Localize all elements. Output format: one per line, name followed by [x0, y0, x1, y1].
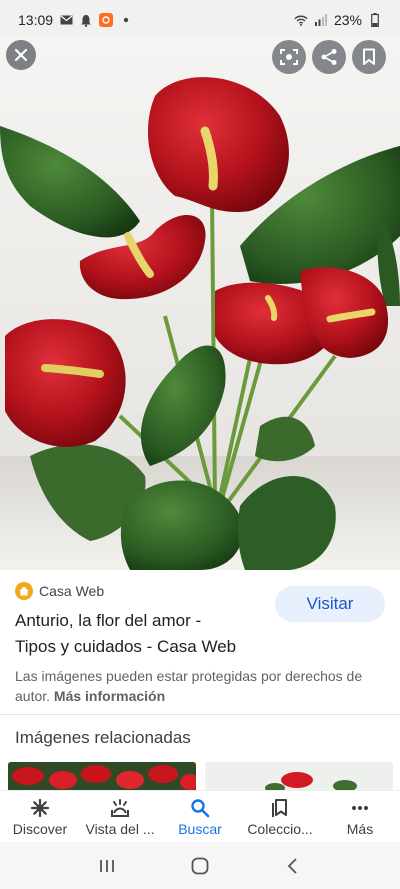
status-bar: 13:09 23% [0, 0, 400, 40]
signal-icon [314, 13, 328, 27]
save-button[interactable] [352, 40, 386, 74]
mail-icon [59, 13, 73, 27]
related-image-2[interactable] [205, 762, 393, 792]
close-button[interactable] [6, 40, 36, 70]
close-icon [14, 48, 28, 62]
nav-snapshot[interactable]: Vista del ... [80, 791, 160, 842]
snapshot-icon [109, 797, 131, 819]
status-left: 13:09 [18, 12, 133, 28]
share-button[interactable] [312, 40, 346, 74]
bookmark-icon [363, 48, 375, 65]
related-image-1[interactable] [8, 762, 196, 792]
asterisk-icon [29, 797, 51, 819]
battery-level: 23% [333, 12, 362, 28]
status-right: 23% [294, 12, 382, 28]
result-info: Casa Web Anturio, la flor del amor - Tip… [0, 570, 400, 715]
nav-snapshot-label: Vista del ... [85, 821, 155, 837]
related-images-heading: Imágenes relacionadas [15, 728, 191, 747]
visit-button[interactable]: Visitar [275, 586, 385, 622]
copyright-notice: Las imágenes pueden estar protegidas por… [15, 666, 390, 706]
app-notification-icon [99, 13, 114, 27]
anthurium-photo [0, 77, 400, 570]
home-icon [191, 857, 209, 874]
search-icon [189, 797, 211, 819]
dot-icon [119, 13, 133, 27]
nav-more[interactable]: Más [320, 791, 400, 842]
source[interactable]: Casa Web [15, 582, 104, 600]
nav-collections[interactable]: Coleccio... [240, 791, 320, 842]
wifi-icon [294, 13, 308, 27]
divider [0, 714, 400, 715]
bell-icon [79, 13, 93, 27]
recents-button[interactable] [92, 851, 122, 881]
bottom-navigation: Discover Vista del ... Buscar Coleccio..… [0, 790, 400, 842]
home-button[interactable] [185, 851, 215, 881]
nav-discover[interactable]: Discover [0, 791, 80, 842]
lens-button[interactable] [272, 40, 306, 74]
collections-icon [269, 797, 291, 819]
nav-discover-label: Discover [12, 821, 68, 837]
back-button[interactable] [278, 851, 308, 881]
result-title-line2: Tipos y cuidados - Casa Web [15, 637, 237, 656]
more-icon [349, 797, 371, 819]
system-navigation [0, 842, 400, 889]
result-image[interactable] [0, 36, 400, 570]
more-info-link[interactable]: Más información [54, 688, 165, 704]
nav-collections-label: Coleccio... [247, 821, 313, 837]
result-title-line1: Anturio, la flor del amor - [15, 611, 202, 630]
nav-search[interactable]: Buscar [160, 791, 240, 842]
lens-icon [280, 49, 298, 65]
status-time: 13:09 [18, 12, 54, 28]
recents-icon [99, 859, 114, 872]
battery-icon [368, 13, 382, 27]
result-title[interactable]: Anturio, la flor del amor - Tipos y cuid… [15, 608, 265, 660]
back-icon [288, 857, 297, 874]
house-icon [15, 582, 33, 600]
share-icon [321, 49, 337, 65]
source-name: Casa Web [39, 583, 105, 599]
nav-more-label: Más [346, 821, 374, 837]
nav-search-label: Buscar [178, 821, 222, 837]
